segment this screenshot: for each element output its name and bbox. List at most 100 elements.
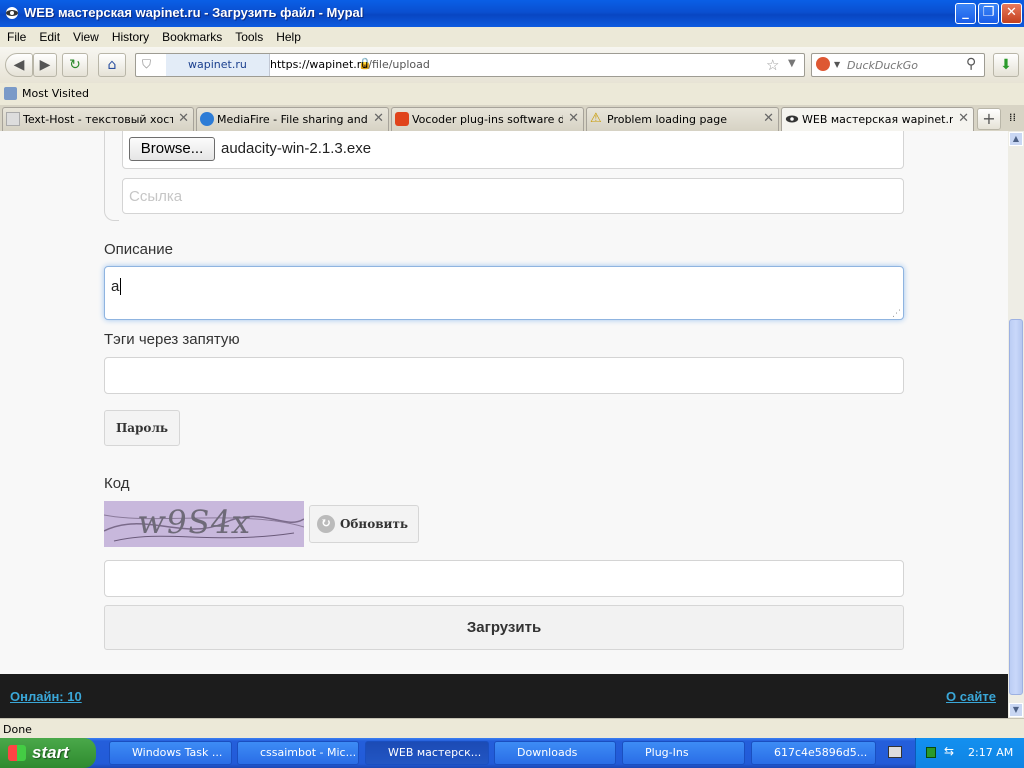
restore-button[interactable]: ❐	[978, 3, 999, 24]
task-label: WEB мастерск...	[388, 746, 482, 759]
page-icon	[6, 112, 20, 126]
forward-button[interactable]: ▶	[33, 53, 57, 77]
submit-upload-button[interactable]: Загрузить	[104, 605, 904, 650]
keyboard-icon[interactable]	[888, 746, 902, 758]
reload-icon: ↻	[69, 57, 81, 73]
tab-bar: Text-Host - текстовый хост... ✕ MediaFir…	[0, 105, 1024, 132]
downloads-button[interactable]: ⬇	[993, 53, 1019, 77]
back-button[interactable]: ◀	[5, 53, 33, 77]
description-label: Описание	[104, 241, 174, 258]
description-value: а	[111, 278, 122, 295]
close-icon[interactable]: ✕	[178, 111, 189, 126]
description-textarea[interactable]: а ⋰	[104, 266, 904, 320]
online-count-link[interactable]: Онлайн: 10	[10, 689, 82, 704]
system-tray: ⇆ 2:17 AM	[915, 738, 1024, 768]
tags-label: Тэги через запятую	[104, 331, 240, 348]
tray-app-icon[interactable]	[926, 747, 936, 758]
selected-file-name: audacity-win-2.1.3.exe	[221, 140, 372, 157]
search-icon[interactable]: ⚲	[966, 56, 976, 72]
task-windows-task-manager[interactable]: Windows Task ...	[109, 741, 232, 765]
most-visited-link[interactable]: Most Visited	[22, 87, 89, 100]
close-icon[interactable]: ✕	[373, 111, 384, 126]
home-icon: ⌂	[107, 57, 117, 73]
vertical-scrollbar[interactable]: ▲ ▼	[1008, 131, 1024, 718]
menu-tools[interactable]: Tools	[228, 27, 269, 44]
tab-mediafire[interactable]: MediaFire - File sharing and s... ✕	[196, 107, 389, 131]
refresh-label: Обновить	[339, 517, 409, 531]
menu-view[interactable]: View	[66, 27, 105, 44]
tab-problem-loading[interactable]: ⚠ Problem loading page ✕	[586, 107, 779, 131]
url-bar[interactable]: ⛉ wapinet.ru 🔒 https://wapinet.ru/file/u…	[135, 53, 805, 77]
home-button[interactable]: ⌂	[98, 53, 126, 77]
mediafire-icon	[200, 112, 214, 126]
refresh-icon: ↻	[317, 515, 335, 533]
menu-file[interactable]: File	[0, 27, 32, 44]
mypal-icon	[6, 7, 18, 19]
scroll-thumb[interactable]	[1009, 319, 1023, 695]
window-title: WEB мастерская wapinet.ru - Загрузить фа…	[24, 5, 364, 20]
task-downloads-folder[interactable]: Downloads	[494, 741, 616, 765]
password-button[interactable]: Пароль	[104, 410, 180, 446]
windows-logo-icon	[8, 745, 26, 761]
bookmark-star-icon[interactable]: ☆	[766, 56, 779, 74]
tab-label: MediaFire - File sharing and s...	[217, 113, 368, 126]
code-input[interactable]	[104, 560, 904, 597]
scroll-down-icon[interactable]: ▼	[1009, 703, 1023, 717]
url-host: https://wapinet.ru	[270, 58, 369, 71]
start-button[interactable]: start	[0, 738, 96, 768]
resize-grip-icon[interactable]: ⋰	[892, 309, 901, 319]
tab-label: Problem loading page	[607, 113, 727, 126]
site-identity[interactable]: wapinet.ru	[166, 54, 270, 76]
tab-text-host[interactable]: Text-Host - текстовый хост... ✕	[2, 107, 194, 131]
code-label: Код	[104, 475, 130, 492]
minimize-button[interactable]: _	[955, 3, 976, 24]
task-label: Windows Task ...	[132, 746, 223, 759]
close-window-button[interactable]: ✕	[1001, 3, 1022, 24]
url-dropdown-icon[interactable]: ▼	[788, 58, 796, 69]
task-cssaimbot[interactable]: cssaimbot - Mic...	[237, 741, 359, 765]
start-label: start	[32, 743, 69, 762]
search-engine-dropdown-icon[interactable]: ▼	[834, 60, 840, 69]
link-input[interactable]: Ссылка	[122, 178, 904, 214]
url-text[interactable]: https://wapinet.ru/file/upload	[270, 58, 430, 71]
menu-help[interactable]: Help	[269, 27, 307, 44]
menu-history[interactable]: History	[105, 27, 155, 44]
scroll-up-icon[interactable]: ▲	[1009, 132, 1023, 146]
task-617c4e5896d5[interactable]: 617c4e5896d5...	[751, 741, 876, 765]
page-content: Browse... audacity-win-2.1.3.exe Ссылка …	[0, 131, 1008, 718]
network-icon[interactable]: ⇆	[944, 744, 954, 758]
close-icon[interactable]: ✕	[958, 111, 969, 126]
clock: 2:17 AM	[968, 746, 1014, 759]
file-fieldset-border	[104, 131, 119, 221]
close-icon[interactable]: ✕	[763, 111, 774, 126]
link-placeholder: Ссылка	[129, 188, 183, 205]
tags-input[interactable]	[104, 357, 904, 394]
duckduckgo-icon	[816, 57, 830, 71]
tab-label: WEB мастерская wapinet.ru ...	[802, 113, 953, 126]
tab-label: Vocoder plug-ins software do...	[412, 113, 563, 126]
status-text: Done	[3, 723, 32, 736]
plus-icon: +	[982, 109, 996, 128]
list-all-tabs-icon[interactable]: ⁞⁞	[1009, 111, 1016, 124]
captcha-image: w9S4x	[104, 501, 304, 547]
menu-edit[interactable]: Edit	[32, 27, 66, 44]
new-tab-button[interactable]: +	[977, 108, 1001, 130]
refresh-captcha-button[interactable]: ↻ Обновить	[309, 505, 419, 543]
close-icon[interactable]: ✕	[568, 111, 579, 126]
browse-button[interactable]: Browse...	[129, 137, 215, 161]
task-plug-ins-folder[interactable]: Plug-Ins	[622, 741, 745, 765]
shield-icon: ⛉	[142, 57, 152, 71]
task-wapinet-browser[interactable]: WEB мастерск...	[365, 741, 489, 765]
about-link[interactable]: О сайте	[946, 689, 996, 704]
tab-label: Text-Host - текстовый хост...	[23, 113, 173, 126]
tab-vocoder[interactable]: Vocoder plug-ins software do... ✕	[391, 107, 584, 131]
reload-button[interactable]: ↻	[62, 53, 88, 77]
file-input-box: Browse... audacity-win-2.1.3.exe	[122, 131, 904, 169]
menu-bookmarks[interactable]: Bookmarks	[155, 27, 228, 44]
forward-arrow-icon: ▶	[39, 57, 51, 73]
captcha-text: w9S4x	[135, 503, 254, 541]
search-bar[interactable]: ▼ DuckDuckGo ⚲	[811, 53, 985, 77]
taskbar: start Windows Task ... cssaimbot - Mic..…	[0, 738, 1024, 768]
tab-wapinet[interactable]: WEB мастерская wapinet.ru ... ✕	[781, 107, 974, 132]
site-footer: Онлайн: 10 О сайте	[0, 674, 1008, 718]
